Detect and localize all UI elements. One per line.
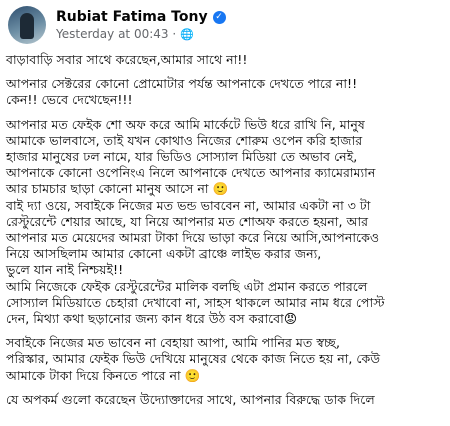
post-line: আপনার সেক্টরের কোনো প্রোমোটার পর্যন্ত আপ… [6,76,358,92]
post-line: সোস্যাল মিডিয়াতে চেহারা দেখাবো না, সাহস… [6,294,385,310]
post-line: হাজার মানুষের ঢল নামে, যার ভিডিও সোস্যাল… [6,149,358,165]
post-line: সবাইকে নিজের মত ভাবেন না বেহায়া আপা, আম… [6,335,340,351]
post-line: রেস্টুরেন্টে শেয়ার আছে, যা নিয়ে আপনার … [6,213,369,229]
post-line: পরিস্কার, আমার ফেইক ভিউ দেখিয়ে মানুষের … [6,351,381,367]
post-line: আমি নিজেকে ফেইক রেস্টুরেন্টের মালিক বলছি… [6,278,368,294]
author-name-row: Rubiat Fatima Tony ✓ [56,9,226,25]
post-body: বাড়াবাড়ি সবার সাথে করেছেন,আমার সাথে না… [6,52,446,408]
post-line: বাই দ্যা ওয়ে, সবাইকে নিজের মত ভন্ড ভাবব… [6,197,371,213]
author-name[interactable]: Rubiat Fatima Tony [56,9,208,25]
post-line: যে অপকর্ম গুলো করেছেন উদ্যোক্তাদের সাথে,… [6,391,375,407]
author-meta: Rubiat Fatima Tony ✓ Yesterday at 00:43 … [56,9,226,41]
post-time-row: Yesterday at 00:43 · 🌐 [56,27,226,41]
globe-icon: 🌐 [180,27,194,41]
dot-separator: · [168,27,177,41]
author-avatar[interactable] [8,6,46,44]
post-line: আমাকে ভালবাসে, তাই যখন কোথাও নিজের শোরুম… [6,132,363,148]
post-line: আপনাকে কোনো ওপেনিংএ নিলে আপনাকে দেখতে আপ… [6,165,376,181]
verified-badge-icon: ✓ [212,10,226,24]
post-line: কেন!! ভেবে দেখেছেন!!! [6,92,133,108]
post-line: আপনার মত মেয়েদের আমরা টাকা দিয়ে ভাড়া … [6,230,380,246]
post-line: বাড়াবাড়ি সবার সাথে করেছেন,আমার সাথে না… [6,52,248,67]
post-line: আপনার মত ফেইক শো অফ করে আমি মার্কেটে ভিউ… [6,116,365,132]
facebook-post: Rubiat Fatima Tony ✓ Yesterday at 00:43 … [0,0,450,426]
post-header: Rubiat Fatima Tony ✓ Yesterday at 00:43 … [8,6,226,44]
post-line: আর চামচার ছাড়া কোনো মানুষ আসে না 🙂 [6,181,229,197]
post-line: নিয়ে আসছিলাম আমার কোনো একটা ব্রাঞ্চে লা… [6,246,322,262]
post-timestamp[interactable]: Yesterday at 00:43 [56,27,169,41]
post-line: দেন, মিথ্যা কথা ছড়ানোর জন্য কান ধরে উঠ … [6,311,297,327]
post-line: আমাকে টাকা দিয়ে কিনতে পারে না 🙂 [6,367,201,383]
post-line: ভুলে যান নাই নিশ্চয়ই!! [6,262,124,278]
